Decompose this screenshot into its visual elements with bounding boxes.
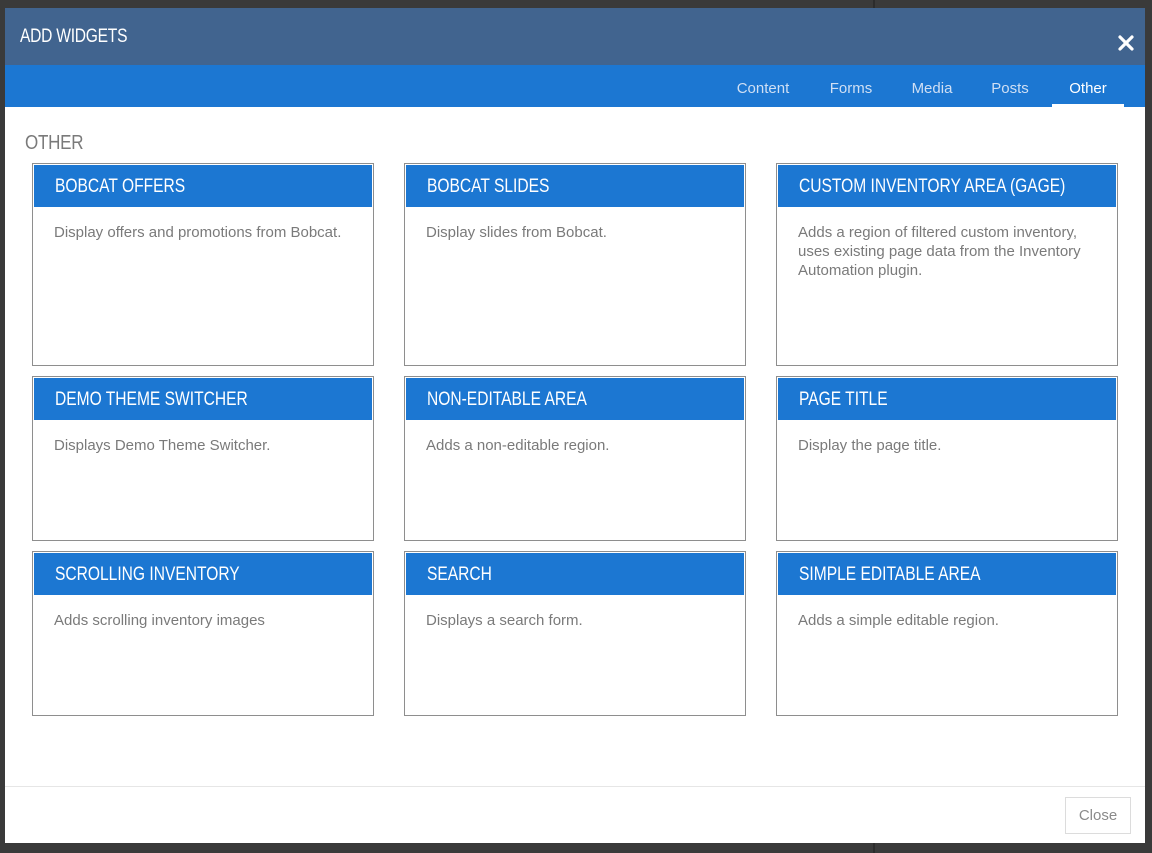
widget-title: NON-EDITABLE AREA: [427, 389, 587, 410]
widget-description: Display slides from Bobcat.: [426, 224, 607, 241]
widget-card-page-title[interactable]: PAGE TITLE Display the page title.: [776, 376, 1118, 541]
modal-header: ADD WIDGETS: [5, 8, 1145, 65]
widget-card-demo-theme-switcher[interactable]: DEMO THEME SWITCHER Displays Demo Theme …: [32, 376, 374, 541]
widget-card-header: SIMPLE EDITABLE AREA: [778, 553, 1116, 595]
modal-title: ADD WIDGETS: [20, 26, 128, 47]
tab-forms[interactable]: Forms: [816, 65, 886, 107]
widget-description: Display offers and promotions from Bobca…: [54, 224, 342, 241]
footer-divider: [5, 786, 1145, 787]
widget-card-header: NON-EDITABLE AREA: [406, 378, 744, 420]
widget-card-header: DEMO THEME SWITCHER: [34, 378, 372, 420]
close-icon[interactable]: [1115, 32, 1137, 54]
widget-card-header: BOBCAT OFFERS: [34, 165, 372, 207]
widget-card-header: PAGE TITLE: [778, 378, 1116, 420]
section-title: OTHER: [25, 132, 84, 154]
widget-description: Displays a search form.: [426, 612, 583, 629]
widget-card-custom-inventory-area[interactable]: CUSTOM INVENTORY AREA (GAGE) Adds a regi…: [776, 163, 1118, 366]
tab-other[interactable]: Other: [1052, 65, 1124, 107]
tab-posts[interactable]: Posts: [978, 65, 1042, 107]
widget-description: Adds a simple editable region.: [798, 612, 999, 629]
widget-title: BOBCAT SLIDES: [427, 176, 550, 197]
widget-card-bobcat-offers[interactable]: BOBCAT OFFERS Display offers and promoti…: [32, 163, 374, 366]
widget-category-tabs: Content Forms Media Posts Other: [5, 65, 1145, 107]
widget-card-scrolling-inventory[interactable]: SCROLLING INVENTORY Adds scrolling inven…: [32, 551, 374, 716]
widget-description: Adds a non-editable region.: [426, 437, 610, 454]
widget-description: Adds scrolling inventory images: [54, 612, 265, 629]
widget-title: SIMPLE EDITABLE AREA: [799, 564, 981, 585]
widget-title: SEARCH: [427, 564, 492, 585]
widget-card-header: SCROLLING INVENTORY: [34, 553, 372, 595]
widget-card-header: CUSTOM INVENTORY AREA (GAGE): [778, 165, 1116, 207]
widget-card-search[interactable]: SEARCH Displays a search form.: [404, 551, 746, 716]
widget-card-header: SEARCH: [406, 553, 744, 595]
widget-card-bobcat-slides[interactable]: BOBCAT SLIDES Display slides from Bobcat…: [404, 163, 746, 366]
widget-title: SCROLLING INVENTORY: [55, 564, 240, 585]
widget-card-non-editable-area[interactable]: NON-EDITABLE AREA Adds a non-editable re…: [404, 376, 746, 541]
tab-content[interactable]: Content: [722, 65, 804, 107]
widget-title: DEMO THEME SWITCHER: [55, 389, 248, 410]
tab-media[interactable]: Media: [898, 65, 966, 107]
add-widgets-modal: ADD WIDGETS Content Forms Media Posts Ot…: [5, 8, 1145, 843]
widget-description: Displays Demo Theme Switcher.: [54, 437, 271, 454]
widget-title: BOBCAT OFFERS: [55, 176, 186, 197]
widget-title: CUSTOM INVENTORY AREA (GAGE): [799, 176, 1066, 197]
close-button[interactable]: Close: [1065, 797, 1131, 834]
widget-card-header: BOBCAT SLIDES: [406, 165, 744, 207]
widget-description: Adds a region of filtered custom invento…: [798, 224, 1081, 279]
widget-title: PAGE TITLE: [799, 389, 888, 410]
widget-description: Display the page title.: [798, 437, 942, 454]
widget-card-simple-editable-area[interactable]: SIMPLE EDITABLE AREA Adds a simple edita…: [776, 551, 1118, 716]
